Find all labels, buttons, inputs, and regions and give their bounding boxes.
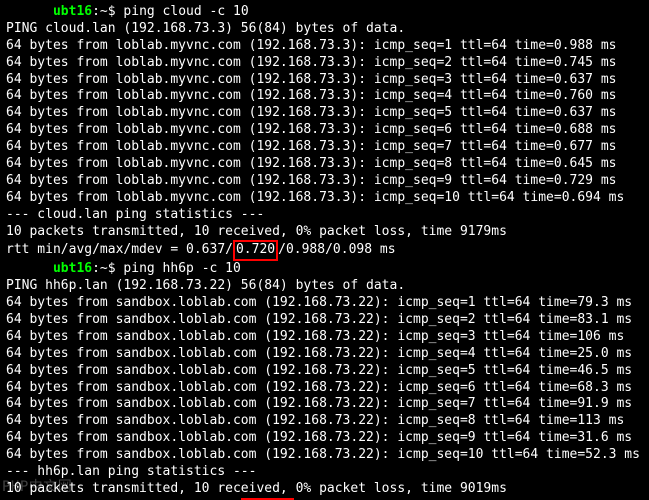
ping-reply: 64 bytes from loblab.myvnc.com (192.168.… bbox=[6, 38, 643, 55]
ping-reply: 64 bytes from sandbox.loblab.com (192.16… bbox=[6, 295, 643, 312]
command-input[interactable]: ping hh6p -c 10 bbox=[123, 261, 240, 276]
ping-reply: 64 bytes from sandbox.loblab.com (192.16… bbox=[6, 363, 643, 380]
ping-header: PING hh6p.lan (192.168.73.22) 56(84) byt… bbox=[6, 278, 643, 295]
ping-reply: 64 bytes from sandbox.loblab.com (192.16… bbox=[6, 346, 643, 363]
prompt-path: :~$ bbox=[92, 4, 123, 19]
stats-summary: 10 packets transmitted, 10 received, 0% … bbox=[6, 224, 643, 241]
watermark: PHP中文网 bbox=[2, 478, 72, 496]
ping-reply: 64 bytes from sandbox.loblab.com (192.16… bbox=[6, 396, 643, 413]
avg-rtt-highlight-cloud: 0.720 bbox=[233, 240, 278, 261]
prompt-path: :~$ bbox=[92, 261, 123, 276]
ping-reply: 64 bytes from loblab.myvnc.com (192.168.… bbox=[6, 55, 643, 72]
prompt-host: ubt16 bbox=[53, 4, 92, 19]
ping-reply: 64 bytes from loblab.myvnc.com (192.168.… bbox=[6, 139, 643, 156]
ping-reply: 64 bytes from loblab.myvnc.com (192.168.… bbox=[6, 173, 643, 190]
ping-reply: 64 bytes from sandbox.loblab.com (192.16… bbox=[6, 329, 643, 346]
ping-reply: 64 bytes from sandbox.loblab.com (192.16… bbox=[6, 380, 643, 397]
ping-reply: 64 bytes from sandbox.loblab.com (192.16… bbox=[6, 447, 643, 464]
ping-reply: 64 bytes from sandbox.loblab.com (192.16… bbox=[6, 413, 643, 430]
ping-reply: 64 bytes from sandbox.loblab.com (192.16… bbox=[6, 312, 643, 329]
stats-header: --- cloud.lan ping statistics --- bbox=[6, 207, 643, 224]
prompt-host: ubt16 bbox=[53, 261, 92, 276]
prompt-line: ubt16:~$ ping cloud -c 10 bbox=[6, 4, 643, 21]
ping-reply: 64 bytes from loblab.myvnc.com (192.168.… bbox=[6, 105, 643, 122]
stats-header: --- hh6p.lan ping statistics --- bbox=[6, 464, 643, 481]
prompt-line: ubt16:~$ ping hh6p -c 10 bbox=[6, 261, 643, 278]
rtt-line: rtt min/avg/max/mdev = 0.637/0.720/0.988… bbox=[6, 240, 643, 261]
ping-reply: 64 bytes from sandbox.loblab.com (192.16… bbox=[6, 430, 643, 447]
ping-reply: 64 bytes from loblab.myvnc.com (192.168.… bbox=[6, 156, 643, 173]
ping-reply: 64 bytes from loblab.myvnc.com (192.168.… bbox=[6, 72, 643, 89]
ping-reply: 64 bytes from loblab.myvnc.com (192.168.… bbox=[6, 190, 643, 207]
ping-header: PING cloud.lan (192.168.73.3) 56(84) byt… bbox=[6, 21, 643, 38]
ping-reply: 64 bytes from loblab.myvnc.com (192.168.… bbox=[6, 88, 643, 105]
command-input[interactable]: ping cloud -c 10 bbox=[123, 4, 248, 19]
terminal[interactable]: ubt16:~$ ping cloud -c 10PING cloud.lan … bbox=[0, 0, 649, 500]
stats-summary: 10 packets transmitted, 10 received, 0% … bbox=[6, 481, 643, 498]
ping-reply: 64 bytes from loblab.myvnc.com (192.168.… bbox=[6, 122, 643, 139]
